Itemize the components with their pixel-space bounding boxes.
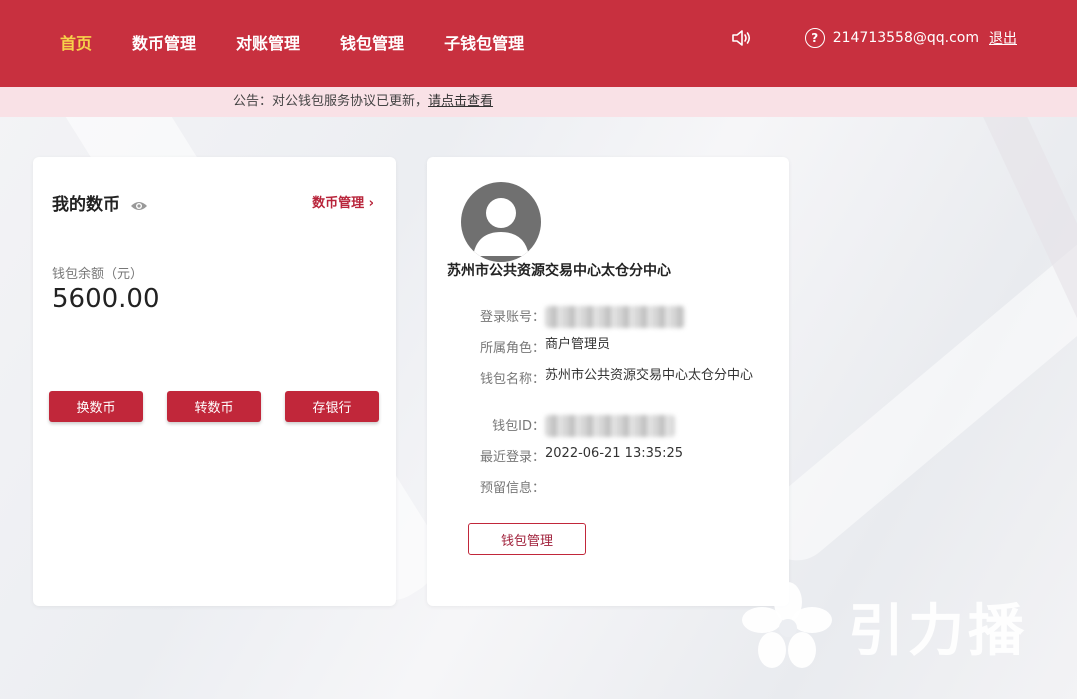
info-row-role: 所属角色： 商户管理员 — [427, 337, 763, 356]
nav-item-coin-management[interactable]: 数币管理 — [132, 0, 196, 87]
info-value: 苏州市公共资源交易中心太仓分中心 — [545, 368, 754, 383]
organization-name: 苏州市公共资源交易中心太仓分中心 — [447, 263, 671, 279]
user-area: ? 214713558@qq.com 退出 — [731, 28, 1017, 48]
info-row-reserved-info: 预留信息： — [427, 477, 763, 496]
background-stripe — [747, 135, 1077, 575]
watermark-text: 引力播 — [848, 599, 1028, 664]
redacted-value — [545, 415, 675, 437]
user-email: 214713558@qq.com — [832, 30, 979, 46]
info-label: 最近登录： — [479, 450, 545, 465]
info-label: 钱包ID： — [492, 419, 545, 434]
info-label: 预留信息： — [479, 481, 545, 496]
wallet-management-button[interactable]: 钱包管理 — [468, 523, 586, 555]
announcement-bar: 公告：对公钱包服务协议已更新，请点击查看 — [0, 87, 1077, 117]
help-icon[interactable]: ? — [804, 28, 825, 48]
info-row-wallet-name: 钱包名称： 苏州市公共资源交易中心太仓分中心 — [427, 368, 763, 387]
redacted-value — [545, 306, 685, 328]
info-value: 2022-06-21 13:35:25 — [545, 446, 684, 461]
eye-icon[interactable] — [130, 197, 148, 210]
nav-item-sub-wallet-management[interactable]: 子钱包管理 — [444, 0, 524, 87]
info-value: 商户管理员 — [545, 337, 611, 352]
announcement-link[interactable]: 请点击查看 — [428, 94, 493, 109]
announcement-text: 公告：对公钱包服务协议已更新， — [233, 94, 429, 109]
watermark: 引力播 — [738, 576, 1058, 676]
exchange-coin-button[interactable]: 换数币 — [49, 391, 143, 422]
info-row-wallet-id: 钱包ID： — [427, 415, 763, 437]
avatar — [461, 182, 541, 262]
deposit-bank-button[interactable]: 存银行 — [285, 391, 379, 422]
coin-management-link[interactable]: 数币管理 › — [312, 192, 374, 211]
transfer-coin-button[interactable]: 转数币 — [167, 391, 261, 422]
nav-item-home[interactable]: 首页 — [60, 0, 92, 87]
info-label: 登录账号： — [479, 310, 545, 325]
flower-logo-icon — [742, 582, 832, 668]
my-coins-card: 我的数币 数币管理 › 钱包余额（元） 5600.00 换数币 转数币 存银行 — [33, 157, 396, 606]
main-nav: 首页 数币管理 对账管理 钱包管理 子钱包管理 — [40, 0, 544, 87]
top-navigation-bar: 首页 数币管理 对账管理 钱包管理 子钱包管理 ? 214713558@qq.c… — [0, 0, 1077, 87]
info-label: 所属角色： — [479, 341, 545, 356]
balance-value: 5600.00 — [52, 284, 160, 314]
balance-label: 钱包余额（元） — [52, 267, 144, 282]
speaker-icon[interactable] — [731, 28, 753, 48]
info-label: 钱包名称： — [479, 372, 545, 387]
nav-item-wallet-management[interactable]: 钱包管理 — [340, 0, 404, 87]
my-coins-title: 我的数币 — [52, 195, 120, 215]
profile-card: 苏州市公共资源交易中心太仓分中心 登录账号： 所属角色： 商户管理员 钱包名称：… — [427, 157, 789, 606]
info-row-login-account: 登录账号： — [427, 306, 763, 328]
card-title: 我的数币 — [52, 190, 148, 215]
nav-item-reconciliation[interactable]: 对账管理 — [236, 0, 300, 87]
info-row-last-login: 最近登录： 2022-06-21 13:35:25 — [427, 446, 763, 465]
logout-link[interactable]: 退出 — [989, 28, 1017, 48]
info-value — [545, 477, 763, 496]
